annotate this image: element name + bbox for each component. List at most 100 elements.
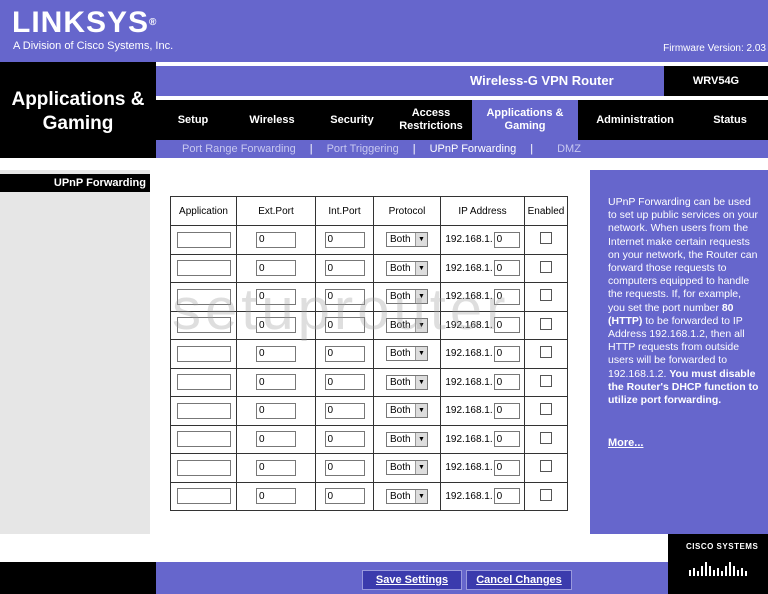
enabled-checkbox[interactable]	[540, 374, 552, 387]
enabled-checkbox[interactable]	[540, 289, 552, 302]
int-port-input[interactable]	[324, 345, 365, 362]
int-port-input[interactable]	[324, 374, 365, 391]
tab-wireless[interactable]: Wireless	[230, 100, 314, 140]
protocol-select[interactable]: Both ▼	[386, 289, 428, 305]
enabled-checkbox[interactable]	[540, 260, 552, 273]
table-row: Both ▼ 192.168.1.	[170, 481, 568, 511]
protocol-select[interactable]: Both ▼	[386, 460, 428, 476]
tab-security[interactable]: Security	[314, 100, 390, 140]
ext-port-input[interactable]	[256, 345, 296, 362]
protocol-select[interactable]: Both ▼	[386, 260, 428, 276]
protocol-value: Both	[390, 348, 411, 360]
ext-port-input[interactable]	[256, 459, 296, 476]
ext-port-input[interactable]	[256, 488, 296, 505]
application-input[interactable]	[176, 459, 231, 476]
enabled-checkbox[interactable]	[540, 346, 552, 359]
cell-enabled	[524, 481, 568, 511]
ext-port-input[interactable]	[256, 231, 296, 248]
ext-port-input[interactable]	[256, 402, 296, 419]
enabled-checkbox[interactable]	[540, 431, 552, 444]
tab-status[interactable]: Status	[692, 100, 768, 140]
cell-int-port	[315, 396, 374, 426]
ip-last-octet-input[interactable]	[493, 488, 520, 505]
application-input[interactable]	[176, 488, 231, 505]
ext-port-input[interactable]	[256, 260, 296, 277]
enabled-checkbox[interactable]	[540, 460, 552, 473]
cisco-logo-text: CISCO SYSTEMS	[686, 542, 759, 551]
help-text: UPnP Forwarding can be used to set up pu…	[608, 196, 759, 407]
cell-ip-address: 192.168.1.	[440, 253, 525, 283]
tab-administration[interactable]: Administration	[578, 100, 692, 140]
application-input[interactable]	[176, 345, 231, 362]
subtab-port-triggering[interactable]: Port Triggering	[313, 143, 399, 155]
protocol-value: Both	[390, 291, 411, 303]
subtab-separator: |	[530, 143, 534, 155]
enabled-checkbox[interactable]	[540, 232, 552, 245]
int-port-input[interactable]	[324, 459, 365, 476]
application-input[interactable]	[176, 431, 231, 448]
protocol-select[interactable]: Both ▼	[386, 431, 428, 447]
enabled-checkbox[interactable]	[540, 317, 552, 330]
product-name: Wireless-G VPN Router	[470, 73, 614, 88]
application-input[interactable]	[176, 374, 231, 391]
ip-last-octet-input[interactable]	[493, 288, 520, 305]
ip-last-octet-input[interactable]	[493, 231, 520, 248]
ip-last-octet-input[interactable]	[493, 374, 520, 391]
subtab-port-range-forwarding[interactable]: Port Range Forwarding	[156, 143, 296, 155]
ip-last-octet-input[interactable]	[493, 402, 520, 419]
cell-ip-address: 192.168.1.	[440, 453, 525, 483]
enabled-checkbox[interactable]	[540, 488, 552, 501]
subtab-upnp-forwarding[interactable]: UPnP Forwarding	[416, 143, 517, 155]
int-port-input[interactable]	[324, 288, 365, 305]
save-settings-button[interactable]: Save Settings	[362, 570, 462, 590]
model-number: WRV54G	[664, 66, 768, 96]
cell-enabled	[524, 453, 568, 483]
int-port-input[interactable]	[324, 488, 365, 505]
int-port-input[interactable]	[324, 402, 365, 419]
application-input[interactable]	[176, 317, 231, 334]
application-input[interactable]	[176, 231, 231, 248]
protocol-select[interactable]: Both ▼	[386, 374, 428, 390]
cell-ip-address: 192.168.1.	[440, 225, 525, 255]
protocol-select[interactable]: Both ▼	[386, 232, 428, 248]
application-input[interactable]	[176, 402, 231, 419]
more-link[interactable]: More...	[608, 437, 643, 449]
application-input[interactable]	[176, 288, 231, 305]
col-enabled: Enabled	[524, 196, 568, 226]
tab-applications-gaming[interactable]: Applications & Gaming	[472, 100, 578, 140]
protocol-select[interactable]: Both ▼	[386, 317, 428, 333]
cell-protocol: Both ▼	[373, 282, 441, 312]
cell-ext-port	[236, 225, 316, 255]
col-ext-port: Ext.Port	[236, 196, 316, 226]
upnp-forwarding-table: Application Ext.Port Int.Port Protocol I…	[170, 196, 568, 511]
ip-last-octet-input[interactable]	[493, 260, 520, 277]
tab-setup[interactable]: Setup	[156, 100, 230, 140]
protocol-select[interactable]: Both ▼	[386, 346, 428, 362]
int-port-input[interactable]	[324, 317, 365, 334]
protocol-select[interactable]: Both ▼	[386, 488, 428, 504]
tab-access-restrictions[interactable]: Access Restrictions	[390, 100, 472, 140]
table-row: Both ▼ 192.168.1.	[170, 310, 568, 340]
enabled-checkbox[interactable]	[540, 403, 552, 416]
cell-int-port	[315, 339, 374, 369]
ip-last-octet-input[interactable]	[493, 345, 520, 362]
cell-ext-port	[236, 339, 316, 369]
ext-port-input[interactable]	[256, 431, 296, 448]
ext-port-input[interactable]	[256, 288, 296, 305]
ip-last-octet-input[interactable]	[493, 431, 520, 448]
ip-last-octet-input[interactable]	[493, 317, 520, 334]
col-protocol: Protocol	[373, 196, 441, 226]
int-port-input[interactable]	[324, 431, 365, 448]
int-port-input[interactable]	[324, 231, 365, 248]
application-input[interactable]	[176, 260, 231, 277]
cell-enabled	[524, 339, 568, 369]
protocol-select[interactable]: Both ▼	[386, 403, 428, 419]
cancel-changes-button[interactable]: Cancel Changes	[466, 570, 572, 590]
ip-last-octet-input[interactable]	[493, 459, 520, 476]
main-nav: Setup Wireless Security Access Restricti…	[156, 100, 768, 140]
subtab-dmz[interactable]: DMZ	[533, 143, 581, 155]
sub-nav: Port Range Forwarding | Port Triggering …	[156, 140, 768, 158]
int-port-input[interactable]	[324, 260, 365, 277]
ext-port-input[interactable]	[256, 317, 296, 334]
ext-port-input[interactable]	[256, 374, 296, 391]
